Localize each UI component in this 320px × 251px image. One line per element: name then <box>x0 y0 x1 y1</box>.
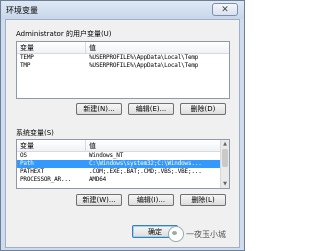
system-vars-scrollbar[interactable]: ▲ ▼ <box>220 140 229 188</box>
close-icon: ✕ <box>221 4 229 15</box>
close-button[interactable]: ✕ <box>212 3 238 16</box>
header-value: 值 <box>89 44 96 52</box>
var-value: AMD64 <box>89 176 107 183</box>
system-vars-header: 变量 值 <box>17 140 229 152</box>
table-row[interactable]: TEMP %USERPROFILE%\AppData\Local\Temp <box>17 54 229 62</box>
scroll-down-icon[interactable]: ▼ <box>222 181 228 187</box>
header-name: 变量 <box>20 44 34 52</box>
var-value: C:\Windows\system32;C:\Windows... <box>89 160 202 167</box>
scroll-thumb[interactable] <box>222 149 228 167</box>
header-value: 值 <box>89 142 96 150</box>
user-new-button[interactable]: 新建(N)... <box>76 103 122 115</box>
scroll-up-icon[interactable]: ▲ <box>222 141 228 147</box>
watermark-logo-icon <box>168 226 184 242</box>
title-bar: 环境变量 ✕ <box>1 1 244 19</box>
var-name: PATHEXT <box>20 168 44 175</box>
table-row[interactable]: PATHEXT .COM;.EXE;.BAT;.CMD;.VBS;.VBE;..… <box>17 168 229 176</box>
var-name: TMP <box>20 62 31 69</box>
table-row[interactable]: TMP %USERPROFILE%\AppData\Local\Temp <box>17 62 229 70</box>
system-new-button[interactable]: 新建(W)... <box>76 194 122 206</box>
dialog-client-area: Administrator 的用户变量(U) 变量 值 TEMP %USERPR… <box>5 19 240 248</box>
var-name: OS <box>20 152 27 159</box>
dialog-title: 环境变量 <box>6 6 38 15</box>
header-name: 变量 <box>20 142 34 150</box>
var-value: %USERPROFILE%\AppData\Local\Temp <box>89 54 199 61</box>
table-row[interactable]: PROCESSOR_AR... AMD64 <box>17 176 229 184</box>
system-vars-label: 系统变量(S) <box>16 129 54 137</box>
user-vars-label: Administrator 的用户变量(U) <box>16 30 112 38</box>
var-name: TEMP <box>20 54 34 61</box>
var-name: Path <box>20 160 34 167</box>
user-edit-button[interactable]: 编辑(E)... <box>128 103 174 115</box>
var-value: .COM;.EXE;.BAT;.CMD;.VBS;.VBE;... <box>89 168 202 175</box>
watermark: 一夜玉小城 <box>168 224 244 244</box>
table-row-selected[interactable]: Path C:\Windows\system32;C:\Windows... <box>17 160 229 168</box>
table-row[interactable]: OS Windows_NT <box>17 152 229 160</box>
var-value: Windows_NT <box>89 152 124 159</box>
user-delete-button[interactable]: 删除(D) <box>180 103 226 115</box>
system-delete-button[interactable]: 删除(L) <box>180 194 226 206</box>
var-value: %USERPROFILE%\AppData\Local\Temp <box>89 62 199 69</box>
env-vars-dialog: 环境变量 ✕ Administrator 的用户变量(U) 变量 值 TEMP … <box>0 0 245 251</box>
system-vars-list[interactable]: 变量 值 OS Windows_NT Path C:\Windows\syste… <box>16 139 230 189</box>
system-edit-button[interactable]: 编辑(I)... <box>128 194 174 206</box>
watermark-text: 一夜玉小城 <box>186 229 226 239</box>
user-vars-header: 变量 值 <box>17 42 229 54</box>
user-vars-list[interactable]: 变量 值 TEMP %USERPROFILE%\AppData\Local\Te… <box>16 41 230 99</box>
var-name: PROCESSOR_AR... <box>20 176 72 183</box>
